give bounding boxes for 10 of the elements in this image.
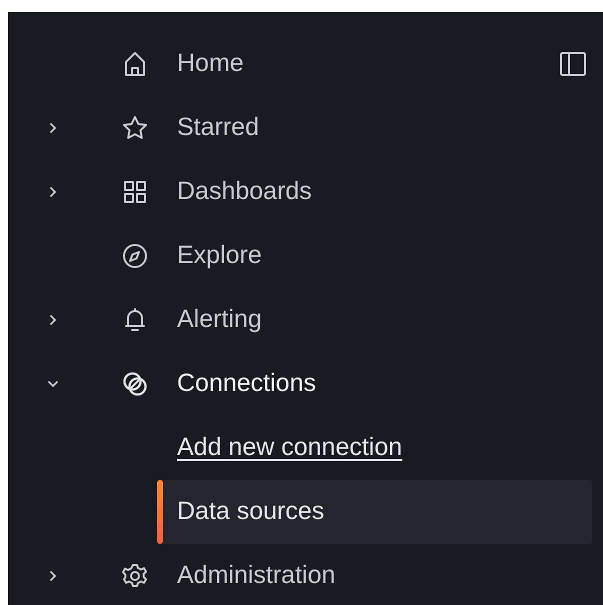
nav-link[interactable]: Starred [177,109,259,147]
nav-sub-item[interactable]: Data sources [157,480,592,544]
nav-link[interactable]: Add new connection [177,429,402,467]
nav-link[interactable]: Administration [177,557,336,595]
nav-link[interactable]: Connections [177,365,316,403]
nav-link[interactable]: Explore [177,237,262,275]
nav-link[interactable]: Alerting [177,301,262,339]
nav-link[interactable]: Dashboards [177,173,312,211]
nav-label: Data sources [177,496,324,528]
nav-link[interactable]: Home [177,45,244,83]
